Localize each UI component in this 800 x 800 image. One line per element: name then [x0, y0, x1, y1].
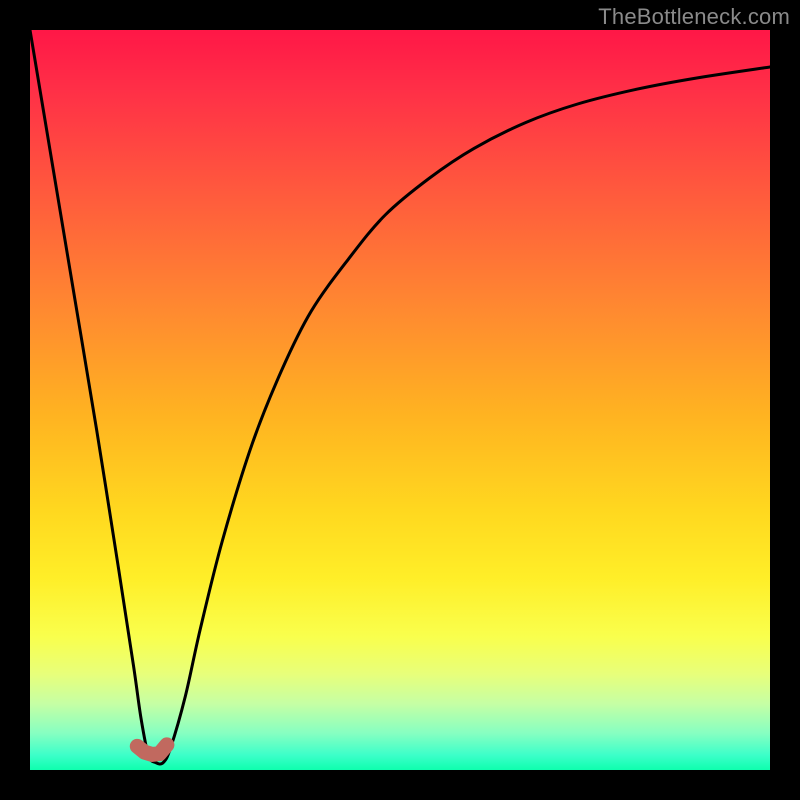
bottleneck-curve [30, 30, 770, 764]
watermark-text: TheBottleneck.com [598, 4, 790, 30]
highlight-marker [137, 745, 167, 755]
chart-plot-area [30, 30, 770, 770]
chart-frame: TheBottleneck.com [0, 0, 800, 800]
chart-svg [30, 30, 770, 770]
